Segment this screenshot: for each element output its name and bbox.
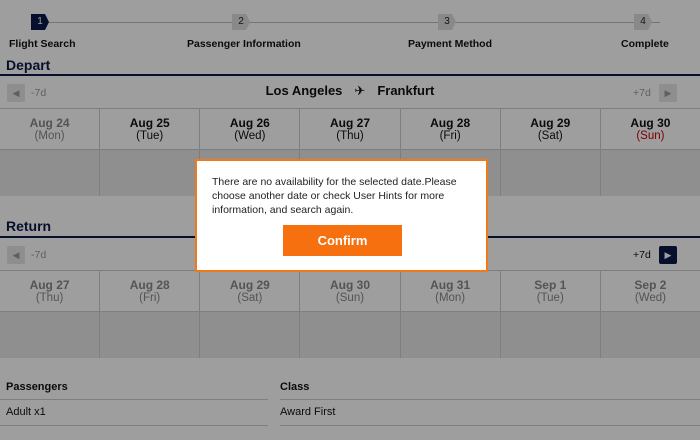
dialog-message: There are no availability for the select… xyxy=(212,176,457,216)
no-availability-dialog: There are no availability for the select… xyxy=(195,159,488,272)
confirm-button[interactable]: Confirm xyxy=(283,225,402,256)
